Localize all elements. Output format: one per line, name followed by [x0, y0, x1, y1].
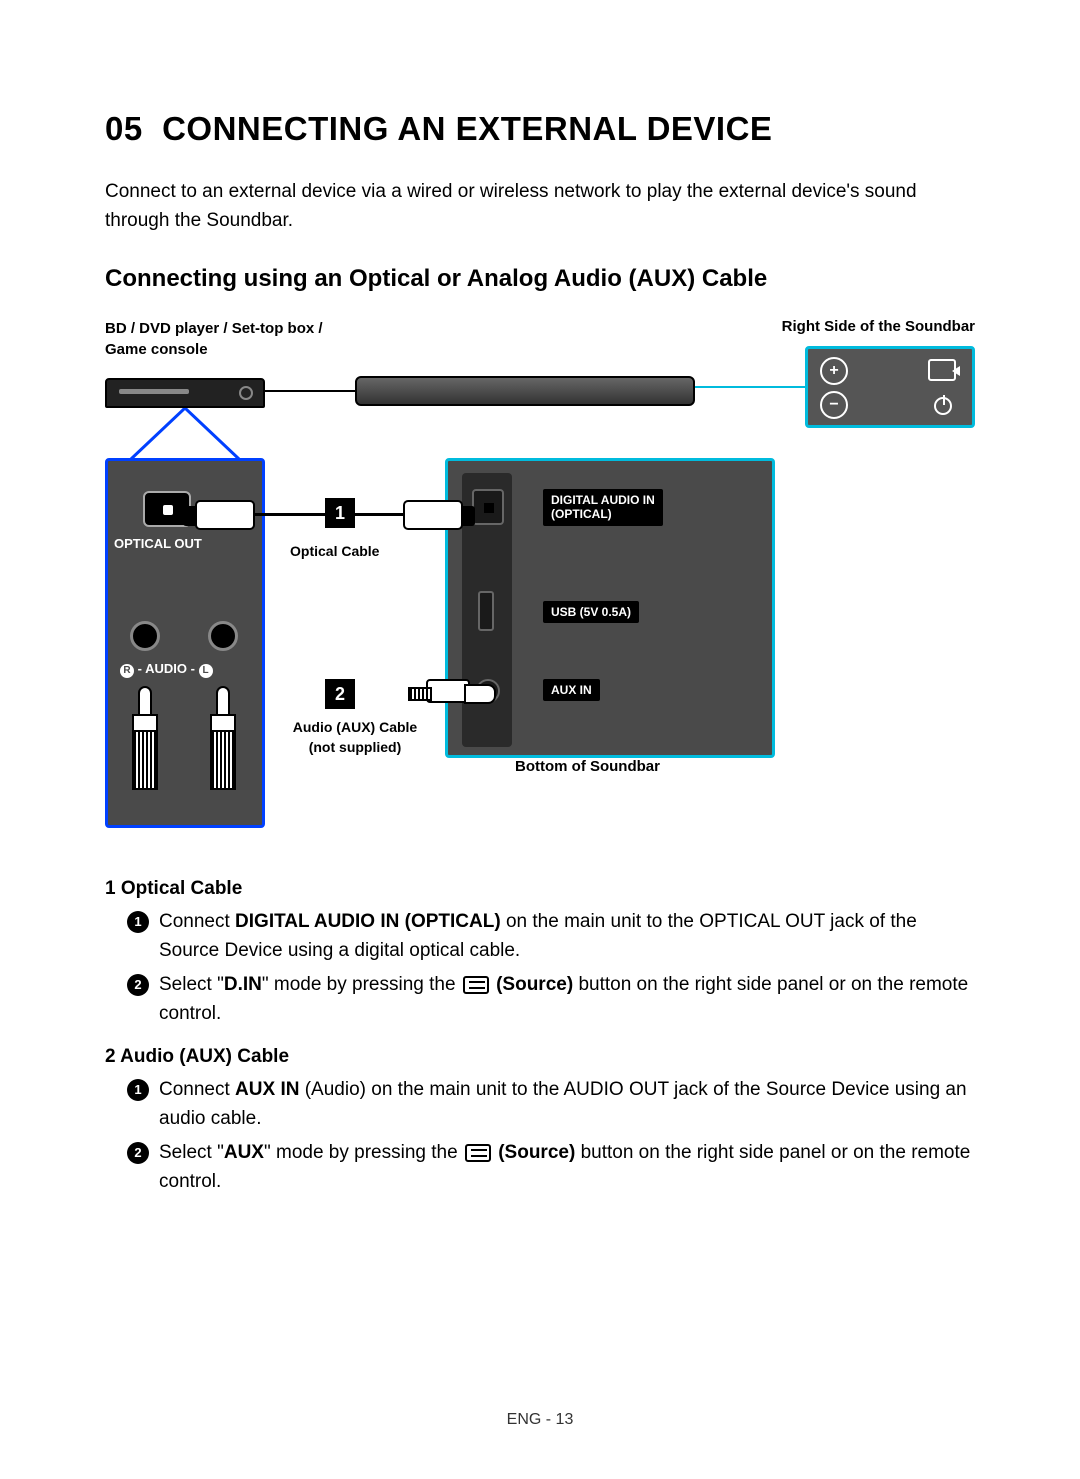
subheading: Connecting using an Optical or Analog Au…: [105, 265, 975, 293]
source-icon: [465, 1144, 491, 1162]
dvd-player-icon: [105, 378, 265, 408]
aux-in-label: AUX IN: [543, 679, 600, 701]
bottom-of-soundbar-label: Bottom of Soundbar: [515, 758, 660, 775]
rca-jack-l-icon: [208, 621, 238, 651]
optical-out-label: OPTICAL OUT: [114, 536, 202, 551]
source-device-label: BD / DVD player / Set-top box / Game con…: [105, 318, 323, 360]
rca-jack-r-icon: [130, 621, 160, 651]
usb-port-icon: [478, 591, 494, 631]
instructions: 1 Optical Cable 1 Connect DIGITAL AUDIO …: [105, 878, 975, 1196]
section-number: 05: [105, 110, 143, 147]
callout-number-2: 2: [325, 679, 355, 709]
section-title: 05 CONNECTING AN EXTERNAL DEVICE: [105, 110, 975, 148]
digital-audio-in-port-icon: [472, 489, 504, 525]
soundbar-right-panel: + −: [805, 346, 975, 428]
audio-rl-label: R - AUDIO - L: [120, 661, 213, 678]
optical-cable-label: Optical Cable: [290, 543, 379, 559]
step-bullet-1-icon: 1: [127, 1079, 149, 1101]
section-title-text: CONNECTING AN EXTERNAL DEVICE: [162, 110, 772, 147]
aux-cable-icon: [360, 673, 470, 713]
step-bullet-2-icon: 2: [127, 1142, 149, 1164]
soundbar-bottom-panel: DIGITAL AUDIO IN (OPTICAL) USB (5V 0.5A)…: [445, 458, 775, 758]
aux-cable-heading: 2 Audio (AUX) Cable: [105, 1046, 975, 1068]
page-footer: ENG - 13: [0, 1411, 1080, 1429]
letter-r: R: [120, 664, 134, 678]
step-bullet-1-icon: 1: [127, 911, 149, 933]
source-icon: [928, 359, 956, 381]
volume-down-icon: −: [820, 391, 848, 419]
soundbar-icon: [355, 376, 695, 406]
aux-step-2: 2 Select "AUX" mode by pressing the (Sou…: [127, 1139, 975, 1196]
volume-up-icon: +: [820, 357, 848, 385]
letter-l: L: [199, 664, 213, 678]
connection-diagram: BD / DVD player / Set-top box / Game con…: [105, 318, 975, 848]
callout-number-1: 1: [325, 498, 355, 528]
digital-audio-in-label: DIGITAL AUDIO IN (OPTICAL): [543, 489, 663, 526]
callout-v-icon: [130, 408, 240, 460]
optical-step-1: 1 Connect DIGITAL AUDIO IN (OPTICAL) on …: [127, 908, 975, 965]
wire-icon: [265, 390, 355, 392]
rca-plug-l-icon: [208, 686, 238, 806]
intro-paragraph: Connect to an external device via a wire…: [105, 178, 975, 235]
rca-plug-r-icon: [130, 686, 160, 806]
aux-step-1: 1 Connect AUX IN (Audio) on the main uni…: [127, 1076, 975, 1133]
right-side-label: Right Side of the Soundbar: [782, 318, 975, 335]
step-bullet-2-icon: 2: [127, 974, 149, 996]
source-icon: [463, 976, 489, 994]
optical-cable-heading: 1 Optical Cable: [105, 878, 975, 900]
aux-cable-label: Audio (AUX) Cable (not supplied): [290, 718, 420, 757]
optical-step-2: 2 Select "D.IN" mode by pressing the (So…: [127, 971, 975, 1028]
callout-line-icon: [695, 386, 805, 388]
usb-label: USB (5V 0.5A): [543, 601, 639, 623]
power-icon: [934, 397, 952, 415]
